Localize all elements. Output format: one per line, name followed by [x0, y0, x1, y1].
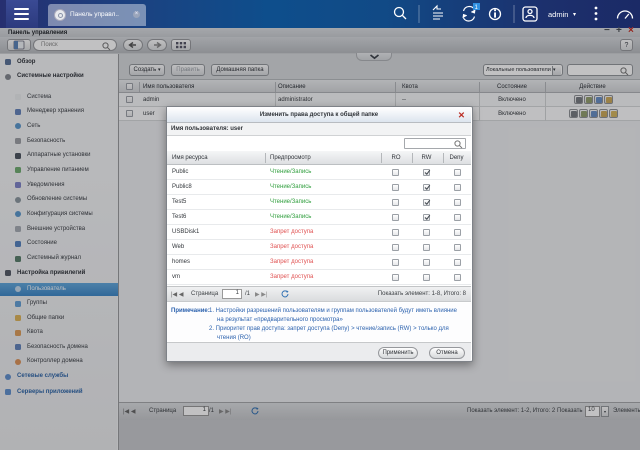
svg-text:admin: admin: [548, 10, 568, 19]
svg-text:▾: ▾: [573, 12, 576, 18]
